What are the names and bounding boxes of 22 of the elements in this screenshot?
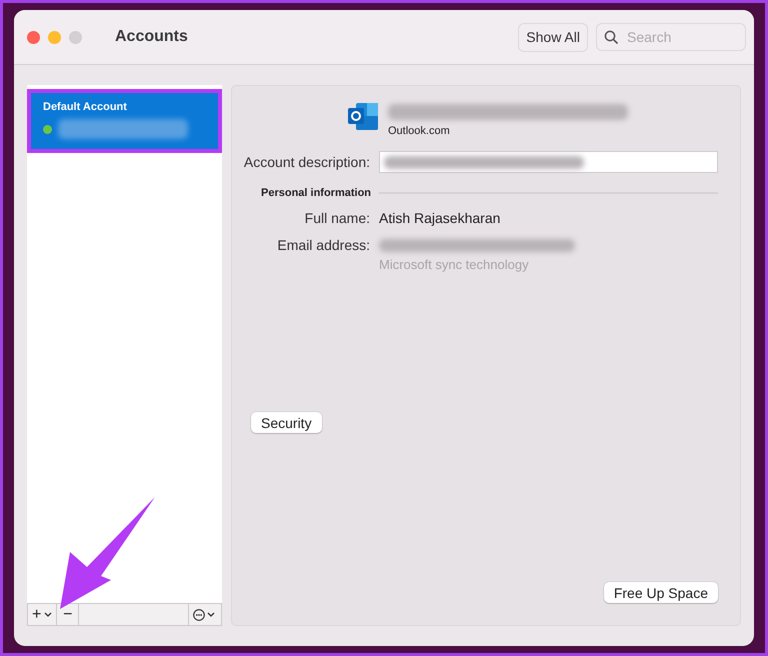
description-field[interactable] (379, 151, 718, 173)
free-up-space-button[interactable]: Free Up Space (604, 582, 718, 603)
field-note: Microsoft sync technology (379, 257, 529, 272)
ellipsis-chevron-icon (193, 608, 217, 620)
show-all-button[interactable]: Show All (518, 22, 588, 52)
account-name: Default Account (43, 101, 128, 113)
field-label: Full name: (304, 210, 371, 226)
section-heading: Personal information (261, 187, 372, 199)
search-icon (604, 30, 619, 44)
zoom-button[interactable] (69, 30, 82, 44)
search-field[interactable]: Search (596, 23, 746, 51)
search-input[interactable]: Search (625, 28, 739, 46)
field-label: Account description: (242, 154, 371, 170)
provider-label: Outlook.com (388, 125, 451, 137)
field-value: Atish Rajasekharan (379, 210, 500, 226)
mail-app-icon (347, 102, 379, 132)
minimize-button[interactable] (48, 30, 61, 44)
close-button[interactable] (27, 30, 40, 44)
security-button[interactable]: Security (251, 412, 322, 433)
field-label: Email address: (276, 237, 371, 253)
chevron-icon (44, 612, 52, 618)
window-title: Accounts (115, 28, 189, 46)
